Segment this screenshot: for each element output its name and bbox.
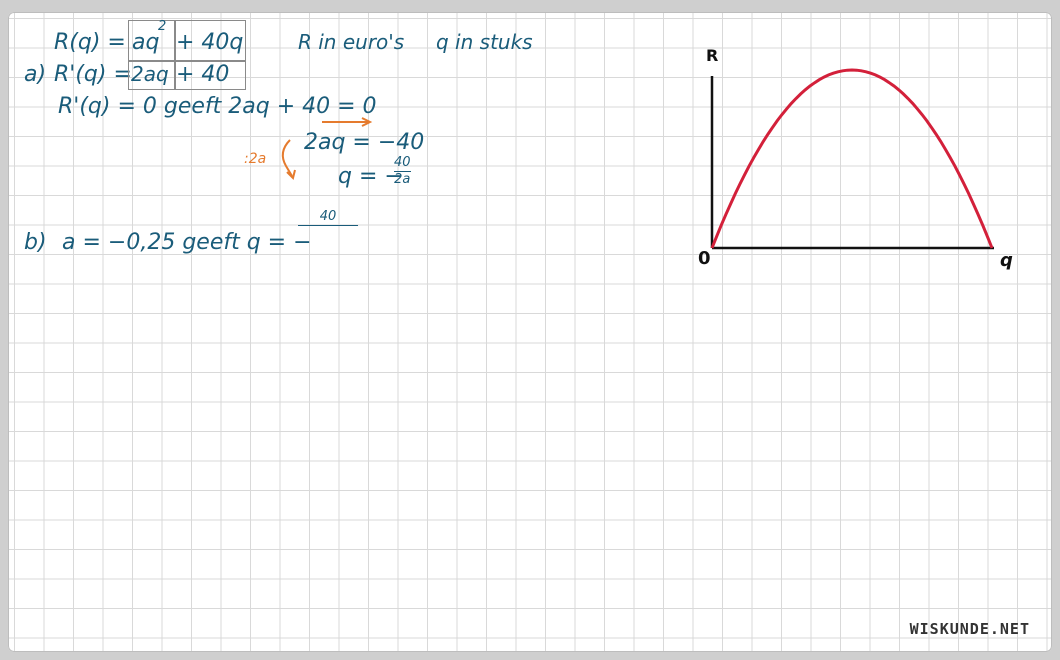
x-axis-label: q [1000,250,1013,271]
y-axis-label: R [706,46,719,65]
revenue-parabola [710,68,994,249]
grid-board: R(q) = aq 2 + 40q R in euro's q in stuks… [8,12,1052,652]
origin-label: 0 [698,248,711,269]
revenue-graph [710,68,994,250]
brand-logo: WISKUNDE.NET [909,620,1030,638]
